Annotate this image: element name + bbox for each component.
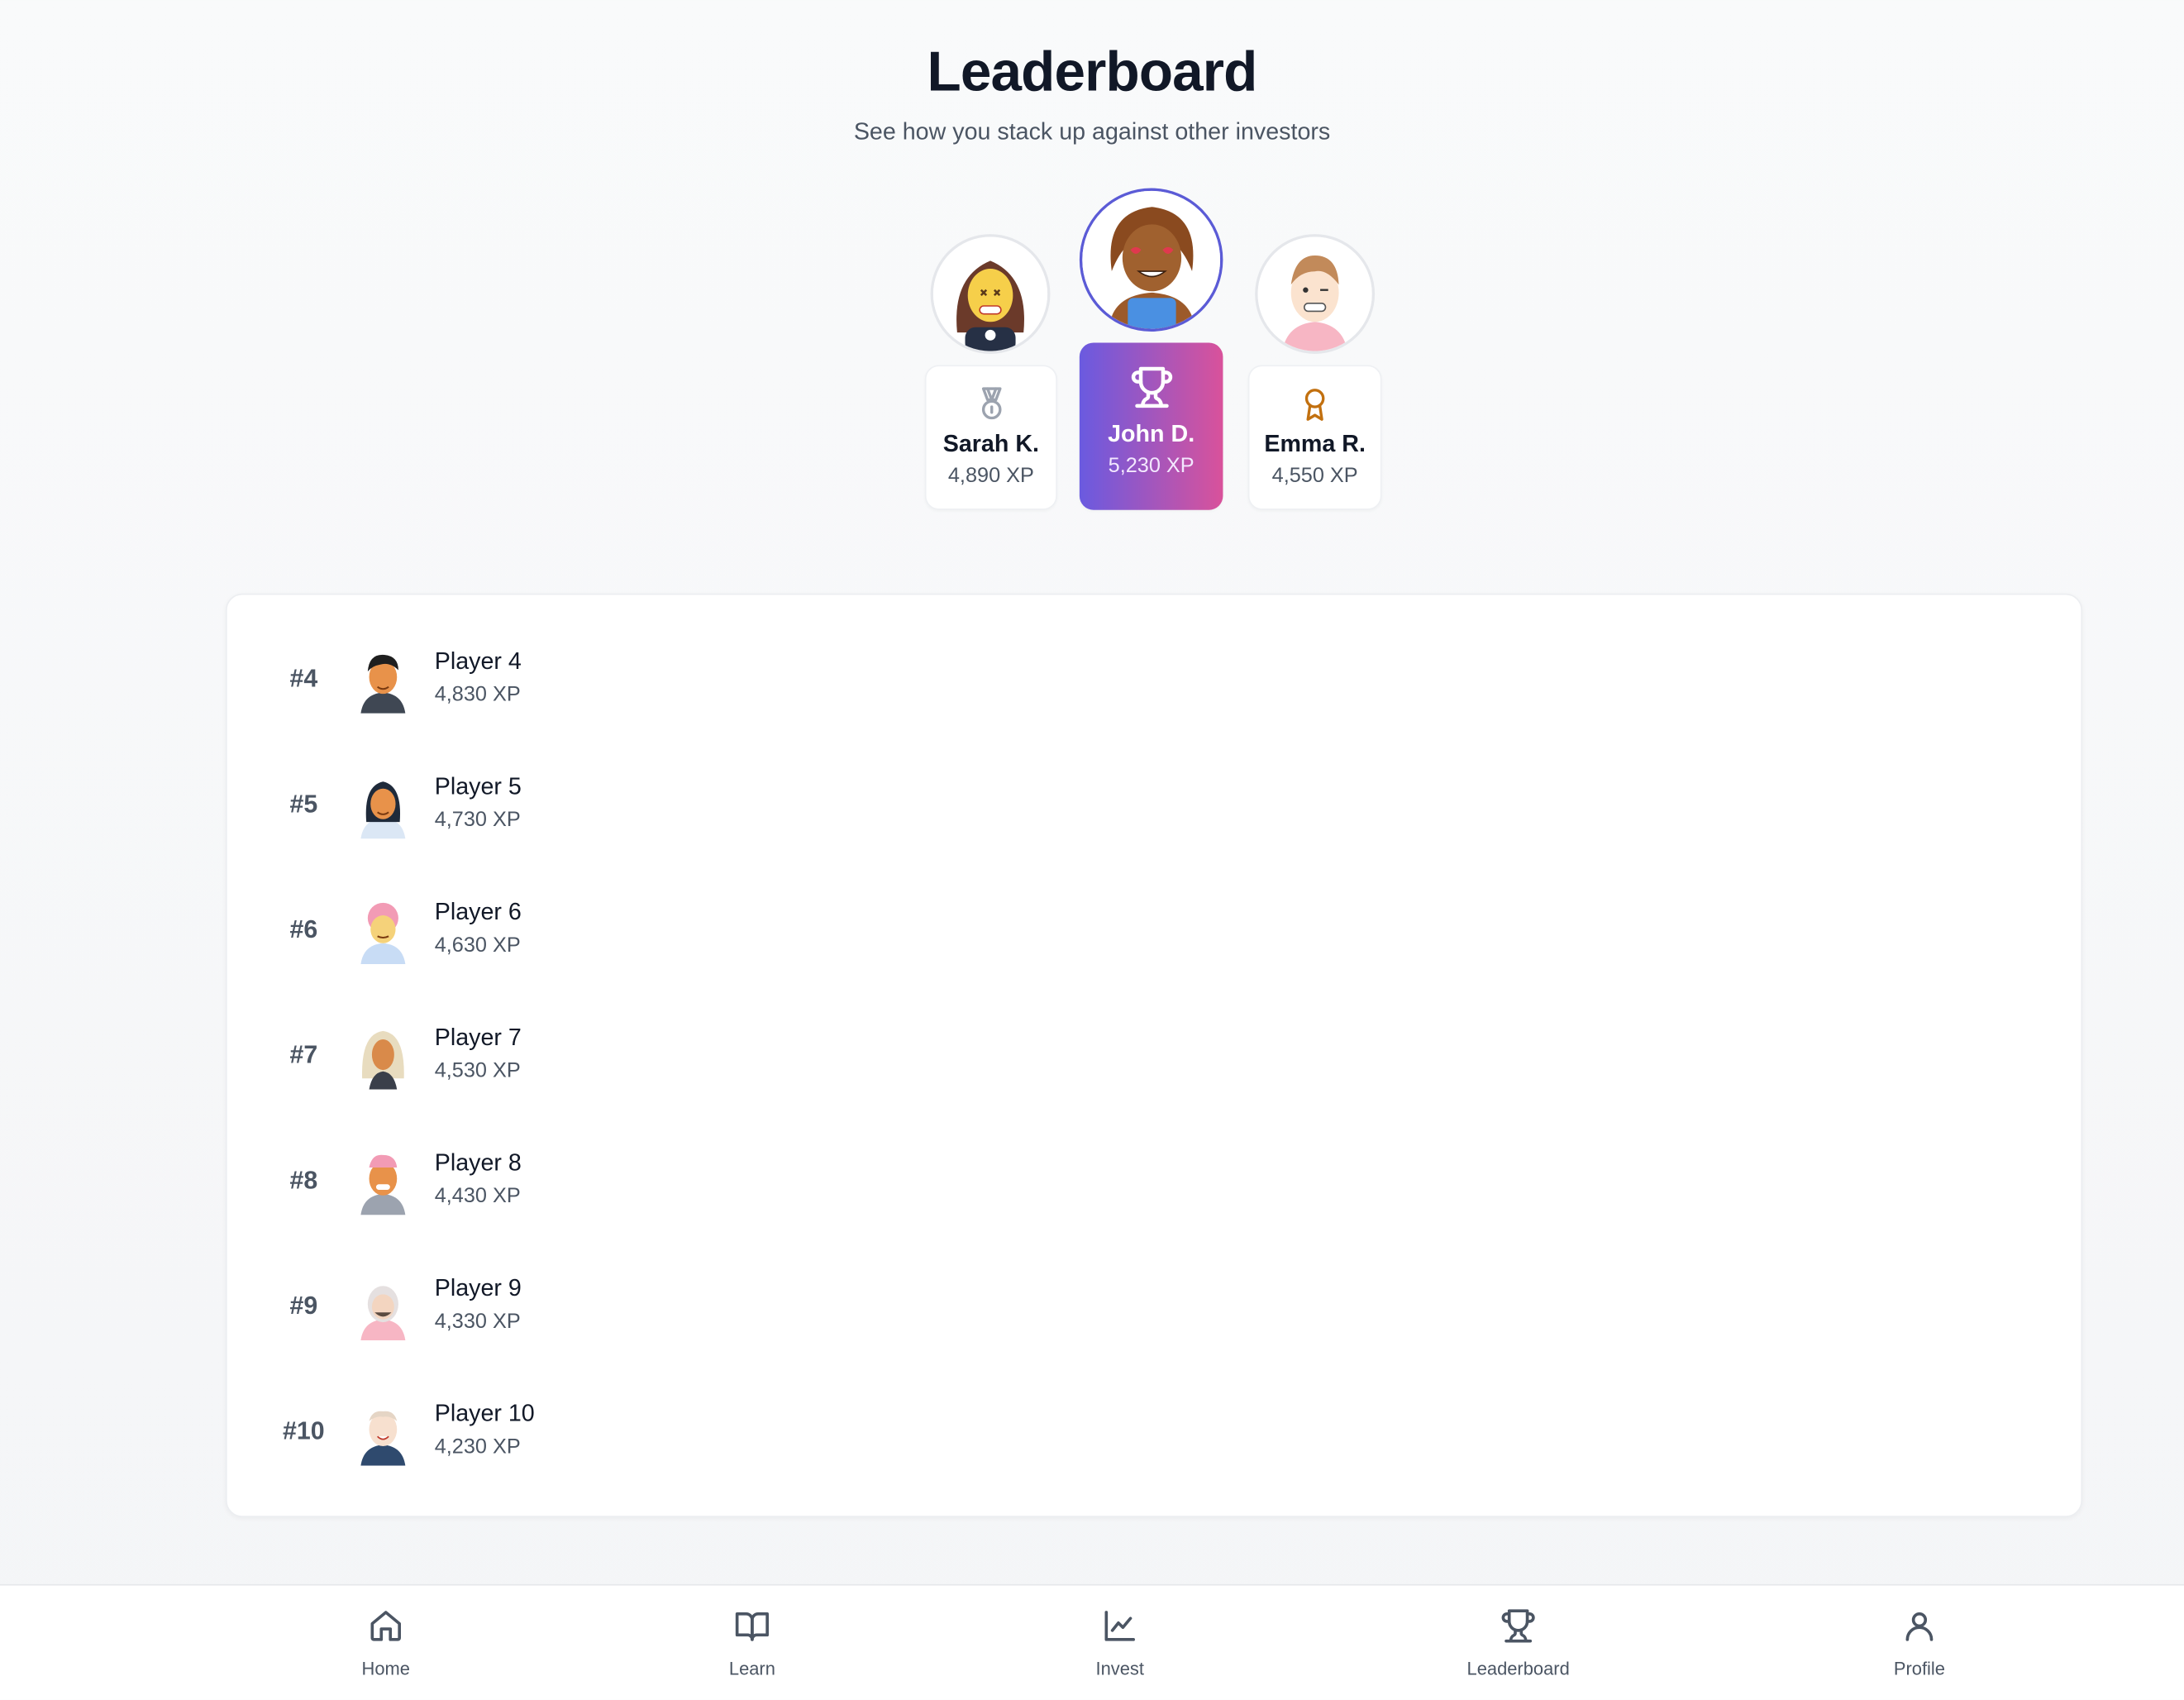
trophy-icon — [1435, 1607, 1602, 1646]
award-icon — [1249, 386, 1380, 423]
podium-name-second: Sarah K. — [942, 430, 1039, 457]
rankings-list: #4 Player 4 4,830 XP #5 Player 5 4,730 X… — [225, 593, 2083, 1517]
avatar — [355, 900, 411, 965]
avatar-second[interactable] — [930, 234, 1051, 354]
player-xp: 4,530 XP — [434, 1058, 521, 1083]
nav-label: Invest — [1095, 1658, 1144, 1679]
rank-number: #9 — [289, 1291, 318, 1320]
nav-leaderboard[interactable]: Leaderboard — [1435, 1607, 1602, 1679]
leaderboard-page: Leaderboard See how you stack up against… — [0, 0, 2184, 1700]
page-subtitle: See how you stack up against other inves… — [853, 118, 1331, 146]
rank-number: #6 — [289, 915, 318, 943]
home-icon — [303, 1607, 470, 1646]
player-xp: 4,230 XP — [434, 1435, 521, 1459]
ranking-row[interactable]: #10 Player 10 4,230 XP — [227, 1392, 2081, 1475]
ranking-row[interactable]: #6 Player 6 4,630 XP — [227, 891, 2081, 974]
ranking-row[interactable]: #7 Player 7 4,530 XP — [227, 1015, 2081, 1099]
nav-home[interactable]: Home — [303, 1607, 470, 1679]
bottom-nav: Home Learn Invest Leaderboard Profile — [0, 1583, 2184, 1700]
page-header: Leaderboard See how you stack up against… — [0, 42, 2184, 146]
rank-number: #8 — [289, 1166, 318, 1195]
podium-xp-third: 4,550 XP — [1271, 464, 1358, 488]
avatar — [355, 775, 411, 839]
nav-label: Profile — [1893, 1658, 1945, 1679]
player-xp: 4,830 XP — [434, 682, 521, 707]
trophy-icon — [1080, 365, 1223, 409]
ranking-row[interactable]: #8 Player 8 4,430 XP — [227, 1141, 2081, 1225]
rank-number: #4 — [289, 664, 318, 693]
podium-xp-second: 4,890 XP — [947, 464, 1034, 488]
podium: Sarah K. 4,890 XP John D. 5,230 XP Emma … — [0, 181, 2184, 515]
rank-number: #10 — [283, 1416, 325, 1445]
nav-label: Leaderboard — [1466, 1658, 1570, 1679]
ranking-row[interactable]: #5 Player 5 4,730 XP — [227, 765, 2081, 848]
user-icon — [1836, 1607, 2003, 1646]
podium-card-first[interactable]: John D. 5,230 XP — [1079, 342, 1223, 510]
page-title: Leaderboard — [927, 41, 1258, 103]
player-xp: 4,430 XP — [434, 1184, 521, 1208]
player-name: Player 5 — [434, 773, 522, 800]
podium-name-third: Emma R. — [1264, 430, 1366, 457]
ranking-row[interactable]: #9 Player 9 4,330 XP — [227, 1267, 2081, 1350]
nav-learn[interactable]: Learn — [669, 1607, 836, 1679]
avatar — [355, 1025, 411, 1090]
player-xp: 4,730 XP — [434, 808, 521, 832]
avatar — [355, 1276, 411, 1340]
rank-number: #5 — [289, 790, 318, 819]
avatar-third[interactable] — [1255, 234, 1376, 354]
podium-card-second[interactable]: Sarah K. 4,890 XP — [924, 365, 1057, 510]
ranking-row[interactable]: #4 Player 4 4,830 XP — [227, 639, 2081, 723]
nav-invest[interactable]: Invest — [1037, 1607, 1204, 1679]
nav-label: Learn — [728, 1658, 775, 1679]
book-icon — [669, 1607, 836, 1646]
player-name: Player 6 — [434, 898, 522, 925]
avatar-first[interactable] — [1079, 188, 1223, 332]
chart-icon — [1037, 1607, 1204, 1646]
avatar — [355, 1151, 411, 1215]
avatar — [355, 1402, 411, 1466]
nav-profile[interactable]: Profile — [1836, 1607, 2003, 1679]
podium-xp-first: 5,230 XP — [1108, 454, 1195, 478]
nav-label: Home — [361, 1658, 410, 1679]
player-xp: 4,630 XP — [434, 933, 521, 957]
medal-icon — [927, 386, 1056, 423]
player-name: Player 4 — [434, 647, 522, 675]
player-name: Player 10 — [434, 1400, 535, 1427]
player-name: Player 7 — [434, 1024, 522, 1051]
podium-card-third[interactable]: Emma R. 4,550 XP — [1247, 365, 1382, 510]
player-name: Player 8 — [434, 1149, 522, 1177]
player-xp: 4,330 XP — [434, 1309, 521, 1334]
avatar — [355, 649, 411, 714]
podium-name-first: John D. — [1108, 420, 1195, 447]
player-name: Player 9 — [434, 1274, 522, 1301]
rank-number: #7 — [289, 1040, 318, 1069]
